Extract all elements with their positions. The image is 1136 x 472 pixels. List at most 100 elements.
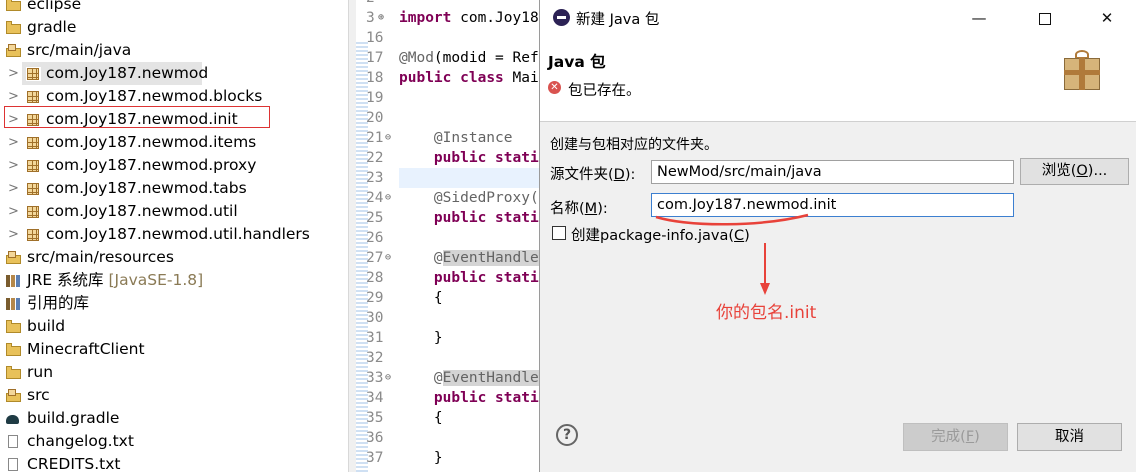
tree-item-label: eclipse (27, 0, 82, 13)
line-number: 37 (366, 450, 384, 466)
dialog-titlebar[interactable]: 新建 Java 包 — ✕ (540, 0, 1136, 36)
tree-item[interactable]: run (0, 361, 348, 384)
package-icon (26, 90, 41, 104)
code-line[interactable]: 33 ⊖ @EventHandle (356, 368, 540, 388)
code-line[interactable]: 29 { (356, 288, 540, 308)
expand-arrow-icon[interactable]: > (8, 200, 19, 223)
tree-item-label: com.Joy187.newmod.items (46, 133, 257, 151)
error-icon: ✕ (548, 81, 561, 94)
code-line[interactable]: 28 public stati (356, 268, 540, 288)
tree-item[interactable]: eclipse (0, 0, 348, 16)
maximize-button[interactable] (1022, 3, 1068, 33)
fold-toggle-icon[interactable]: ⊖ (385, 188, 391, 208)
tree-item-label: run (27, 363, 54, 381)
red-annotation-marks (655, 213, 809, 295)
code-line[interactable]: 17 @Mod(modid = Ref (356, 48, 540, 68)
line-number: 19 (366, 90, 384, 106)
line-number: 31 (366, 330, 384, 346)
code-text: public class Mai (399, 70, 539, 86)
code-line[interactable]: 35 { (356, 408, 540, 428)
close-button[interactable]: ✕ (1084, 3, 1130, 33)
code-line[interactable]: 19 (356, 88, 540, 108)
help-icon[interactable]: ? (556, 424, 578, 446)
line-number: 30 (366, 310, 384, 326)
tree-item[interactable]: src/main/java (0, 39, 348, 62)
code-line[interactable]: 37 } (356, 448, 540, 468)
line-number: 20 (366, 110, 384, 126)
tree-item[interactable]: JRE 系统库 [JavaSE-1.8] (0, 269, 348, 292)
tree-item-label: src/main/resources (27, 248, 174, 266)
fold-toggle-icon[interactable]: ⊖ (385, 248, 391, 268)
tree-item[interactable]: build (0, 315, 348, 338)
code-line[interactable]: 16 (356, 28, 540, 48)
line-number: 17 (366, 50, 384, 66)
code-line[interactable]: 21 ⊖ @Instance (356, 128, 540, 148)
gradle-icon (6, 412, 21, 426)
expand-arrow-icon[interactable]: > (8, 131, 19, 154)
tree-item[interactable]: > com.Joy187.newmod.blocks (8, 85, 262, 108)
line-number: 25 (366, 210, 384, 226)
folder-icon (6, 21, 21, 35)
code-line[interactable]: 34 public stati (356, 388, 540, 408)
code-line[interactable]: 27 ⊖ @EventHandle (356, 248, 540, 268)
tree-item-label: JRE 系统库 [JavaSE-1.8] (27, 271, 204, 289)
code-line[interactable]: 30 (356, 308, 540, 328)
tree-item[interactable]: > com.Joy187.newmod.proxy (8, 154, 256, 177)
tree-item[interactable]: > com.Joy187.newmod.items (8, 131, 256, 154)
code-editor[interactable]: 23⊕import com.Joy181617@Mod(modid = Ref1… (356, 0, 540, 472)
tree-item[interactable]: > com.Joy187.newmod.util.handlers (8, 223, 310, 246)
finish-button[interactable]: 完成(F) (903, 423, 1008, 451)
expand-arrow-icon[interactable]: > (8, 154, 19, 177)
tree-item[interactable]: build.gradle (0, 407, 348, 430)
code-line[interactable]: 26 (356, 228, 540, 248)
source-folder-label: 源文件夹(D): (550, 167, 636, 183)
expand-arrow-icon[interactable]: > (8, 85, 19, 108)
code-line[interactable]: 22 public stati (356, 148, 540, 168)
tree-item[interactable]: src (0, 384, 348, 407)
expand-arrow-icon[interactable]: > (8, 223, 19, 246)
code-line[interactable]: 31 } (356, 328, 540, 348)
code-line[interactable]: 20 (356, 108, 540, 128)
package-info-label[interactable]: 创建package-info.java(C) (571, 224, 750, 245)
tree-item-label: com.Joy187.newmod.util (46, 202, 238, 220)
tree-item[interactable]: MinecraftClient (0, 338, 348, 361)
fold-toggle-icon[interactable]: ⊖ (385, 368, 391, 388)
code-text: public stati (433, 150, 539, 166)
tree-item[interactable]: src/main/resources (0, 246, 348, 269)
tree-item[interactable]: 引用的库 (0, 292, 348, 315)
package-info-checkbox[interactable] (552, 226, 566, 240)
browse-button[interactable]: 浏览(O)... (1020, 158, 1129, 185)
code-line[interactable]: 3 ⊕ import com.Joy18 (356, 8, 540, 28)
package-icon (26, 205, 41, 219)
tree-item[interactable]: changelog.txt (0, 430, 348, 453)
tree-item[interactable]: > com.Joy187.newmod.tabs (8, 177, 247, 200)
fold-toggle-icon[interactable]: ⊖ (385, 128, 391, 148)
minimize-button[interactable]: — (956, 3, 1002, 33)
tree-item[interactable]: > com.Joy187.newmod.util (8, 200, 238, 223)
tree-item[interactable]: gradle (0, 16, 348, 39)
code-text: @EventHandle (399, 250, 539, 266)
code-line[interactable]: 18 public class Mai (356, 68, 540, 88)
tree-item-label: MinecraftClient (27, 340, 145, 358)
code-line[interactable]: 2 (356, 0, 540, 8)
tree-item[interactable]: > com.Joy187.newmod (8, 62, 208, 85)
package-icon (26, 67, 41, 81)
expand-arrow-icon[interactable]: > (8, 177, 19, 200)
tree-item-label: com.Joy187.newmod.blocks (46, 87, 263, 105)
code-line[interactable]: 24 ⊖ @SidedProxy( (356, 188, 540, 208)
tree-item-label: gradle (27, 18, 77, 36)
expand-arrow-icon[interactable]: > (8, 62, 19, 85)
tree-item-label: build.gradle (27, 409, 120, 427)
tree-item-label: changelog.txt (27, 432, 134, 450)
code-line[interactable]: 25 public stati (356, 208, 540, 228)
code-text: public stati (433, 270, 539, 286)
line-number: 32 (366, 350, 384, 366)
tree-item[interactable]: CREDITS.txt (0, 453, 348, 472)
fold-toggle-icon[interactable]: ⊕ (378, 8, 384, 28)
cancel-button[interactable]: 取消 (1017, 423, 1122, 451)
code-line[interactable]: 23 (356, 168, 540, 188)
source-folder-field[interactable]: NewMod/src/main/java (651, 160, 1014, 184)
code-line[interactable]: 36 (356, 428, 540, 448)
folder-icon (6, 343, 21, 357)
code-line[interactable]: 32 (356, 348, 540, 368)
